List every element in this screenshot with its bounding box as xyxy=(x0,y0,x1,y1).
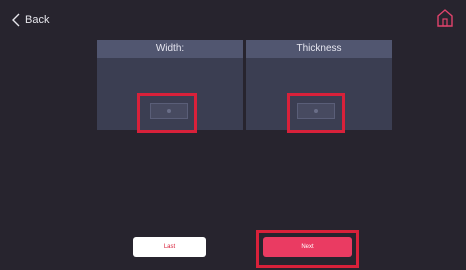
thickness-panel: Thickness xyxy=(246,40,392,130)
top-bar: Back xyxy=(0,0,466,38)
width-input[interactable] xyxy=(150,103,188,119)
chevron-left-icon xyxy=(12,13,20,27)
thickness-input[interactable] xyxy=(297,103,335,119)
back-label: Back xyxy=(25,14,50,26)
thickness-panel-title: Thickness xyxy=(246,40,392,58)
last-button[interactable]: Last xyxy=(133,237,206,257)
home-icon[interactable] xyxy=(436,8,454,28)
next-button[interactable]: Next xyxy=(263,237,352,257)
field-indicator xyxy=(314,109,318,113)
width-panel-title: Width: xyxy=(97,40,243,58)
field-indicator xyxy=(167,109,171,113)
width-panel: Width: xyxy=(97,40,243,130)
back-button[interactable]: Back xyxy=(12,10,49,30)
